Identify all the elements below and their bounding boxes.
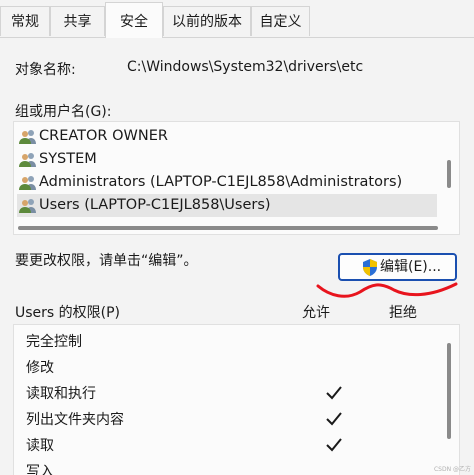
permission-name: 读取和执行 [26,386,96,402]
tab-security[interactable]: 安全 [105,2,163,38]
vertical-scrollbar[interactable] [447,343,451,439]
group-user-label: 组或用户名(G): [15,104,112,120]
user-name: CREATOR OWNER [39,128,168,144]
object-name-value: C:\Windows\System32\drivers\etc [127,59,364,75]
allow-check-icon [326,386,342,400]
tab-general[interactable]: 常规 [0,6,50,36]
permission-name: 修改 [26,360,54,376]
permission-row: 读取 [26,433,435,459]
tab-customize[interactable]: 自定义 [251,6,310,36]
permission-row: 列出文件夹内容 [26,407,435,433]
user-group-icon [19,130,36,144]
allow-check-icon [326,412,342,426]
user-name: SYSTEM [39,151,97,167]
permission-row: 读取和执行 [26,381,435,407]
deny-header: 拒绝 [389,305,417,321]
allow-check-icon [326,438,342,452]
tab-sharing[interactable]: 共享 [50,6,105,36]
permission-name: 完全控制 [26,334,82,350]
permission-name: 写入 [26,464,54,475]
permission-name: 读取 [26,438,54,454]
tab-previous-versions[interactable]: 以前的版本 [163,6,251,36]
vertical-scrollbar[interactable] [447,160,451,188]
list-item[interactable]: CREATOR OWNER [17,125,437,148]
user-name: Administrators (LAPTOP-C1EJL858\Administ… [39,174,403,190]
permissions-title: Users 的权限(P) [15,305,121,321]
edit-button-label: 编辑(E)... [380,259,442,275]
edit-button[interactable]: 编辑(E)... [338,253,457,281]
permission-row: 修改 [26,355,435,381]
tab-bar: 常规 共享 安全 以前的版本 自定义 [0,0,474,38]
user-group-icon [19,199,36,213]
user-group-icon [19,153,36,167]
permission-name: 列出文件夹内容 [26,412,124,428]
permission-row: 完全控制 [26,329,435,355]
list-item[interactable]: SYSTEM [17,148,437,171]
group-user-list[interactable]: CREATOR OWNER SYSTEM Administrators (LAP… [13,121,460,235]
edit-prompt: 要更改权限，请单击“编辑”。 [15,253,198,269]
object-name-label: 对象名称: [15,62,76,78]
user-group-icon [19,176,36,190]
watermark: CSDN @乙方 [433,466,471,473]
user-name: Users (LAPTOP-C1EJL858\Users) [39,197,271,213]
list-item[interactable]: Administrators (LAPTOP-C1EJL858\Administ… [17,171,437,194]
allow-header: 允许 [302,305,330,321]
uac-shield-icon [363,259,377,276]
permissions-list: 完全控制 修改 读取和执行 列出文件夹内容 读取 写入 [13,324,460,475]
list-item-selected[interactable]: Users (LAPTOP-C1EJL858\Users) [17,194,437,217]
permission-row: 写入 [26,459,435,475]
horizontal-scrollbar[interactable] [18,226,438,230]
